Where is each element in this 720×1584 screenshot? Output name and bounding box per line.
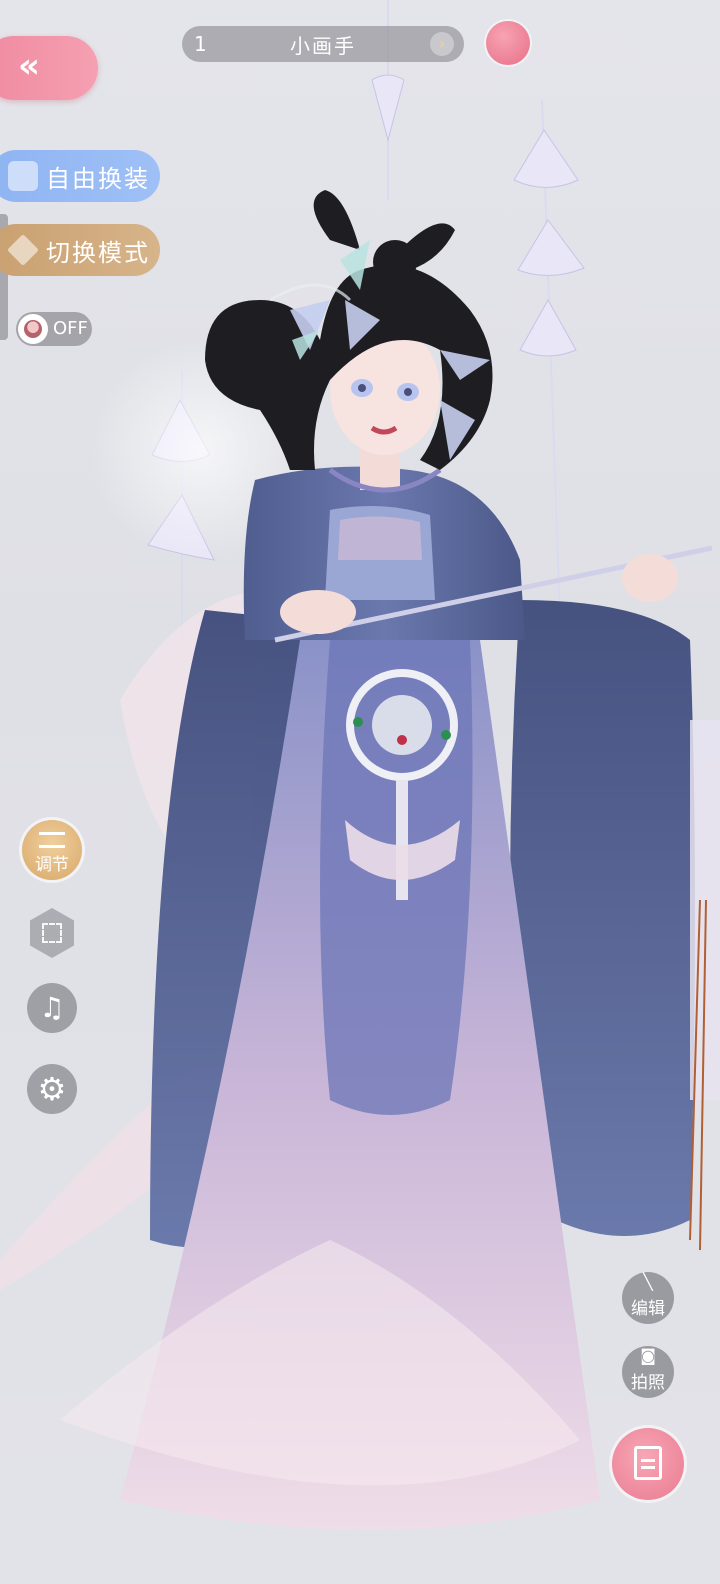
document-icon (634, 1446, 662, 1480)
switch-mode-label: 切换模式 (46, 238, 150, 267)
chevron-right-icon: › (430, 32, 454, 56)
photo-button[interactable]: ◙ 拍照 (622, 1346, 674, 1398)
music-button[interactable]: ♫ (27, 983, 77, 1033)
settings-button[interactable]: ⚙ (27, 1064, 77, 1114)
edit-button[interactable]: ╲ 编辑 (622, 1272, 674, 1324)
diamond-icon (7, 234, 39, 266)
camera-icon: ◙ (640, 1346, 656, 1365)
music-icon: ♫ (39, 991, 65, 1024)
double-chevron-left-icon: « (18, 46, 40, 86)
adjust-button[interactable]: 调节 (22, 820, 82, 880)
adjust-label: 调节 (35, 855, 69, 875)
avatar-icon (18, 314, 48, 344)
switch-mode-button[interactable]: 切换模式 (0, 224, 160, 276)
dress-icon (8, 161, 38, 191)
photo-label: 拍照 (631, 1373, 665, 1393)
pen-icon: ╲ (643, 1272, 653, 1291)
edit-label: 编辑 (631, 1299, 665, 1319)
fullscreen-icon (42, 923, 62, 943)
free-outfit-label: 自由换装 (46, 164, 150, 193)
gear-icon: ⚙ (37, 1070, 67, 1108)
toggle-state-label: OFF (53, 318, 88, 339)
player-name-bar[interactable]: 1 小画手 › (182, 26, 464, 62)
cube-icon[interactable] (486, 21, 530, 65)
back-button[interactable]: « (0, 36, 98, 100)
sliders-icon (39, 832, 65, 848)
free-outfit-button[interactable]: 自由换装 (0, 150, 160, 202)
avatar-toggle[interactable]: OFF (16, 312, 92, 346)
player-name: 小画手 (290, 33, 356, 58)
save-button[interactable] (612, 1428, 684, 1500)
